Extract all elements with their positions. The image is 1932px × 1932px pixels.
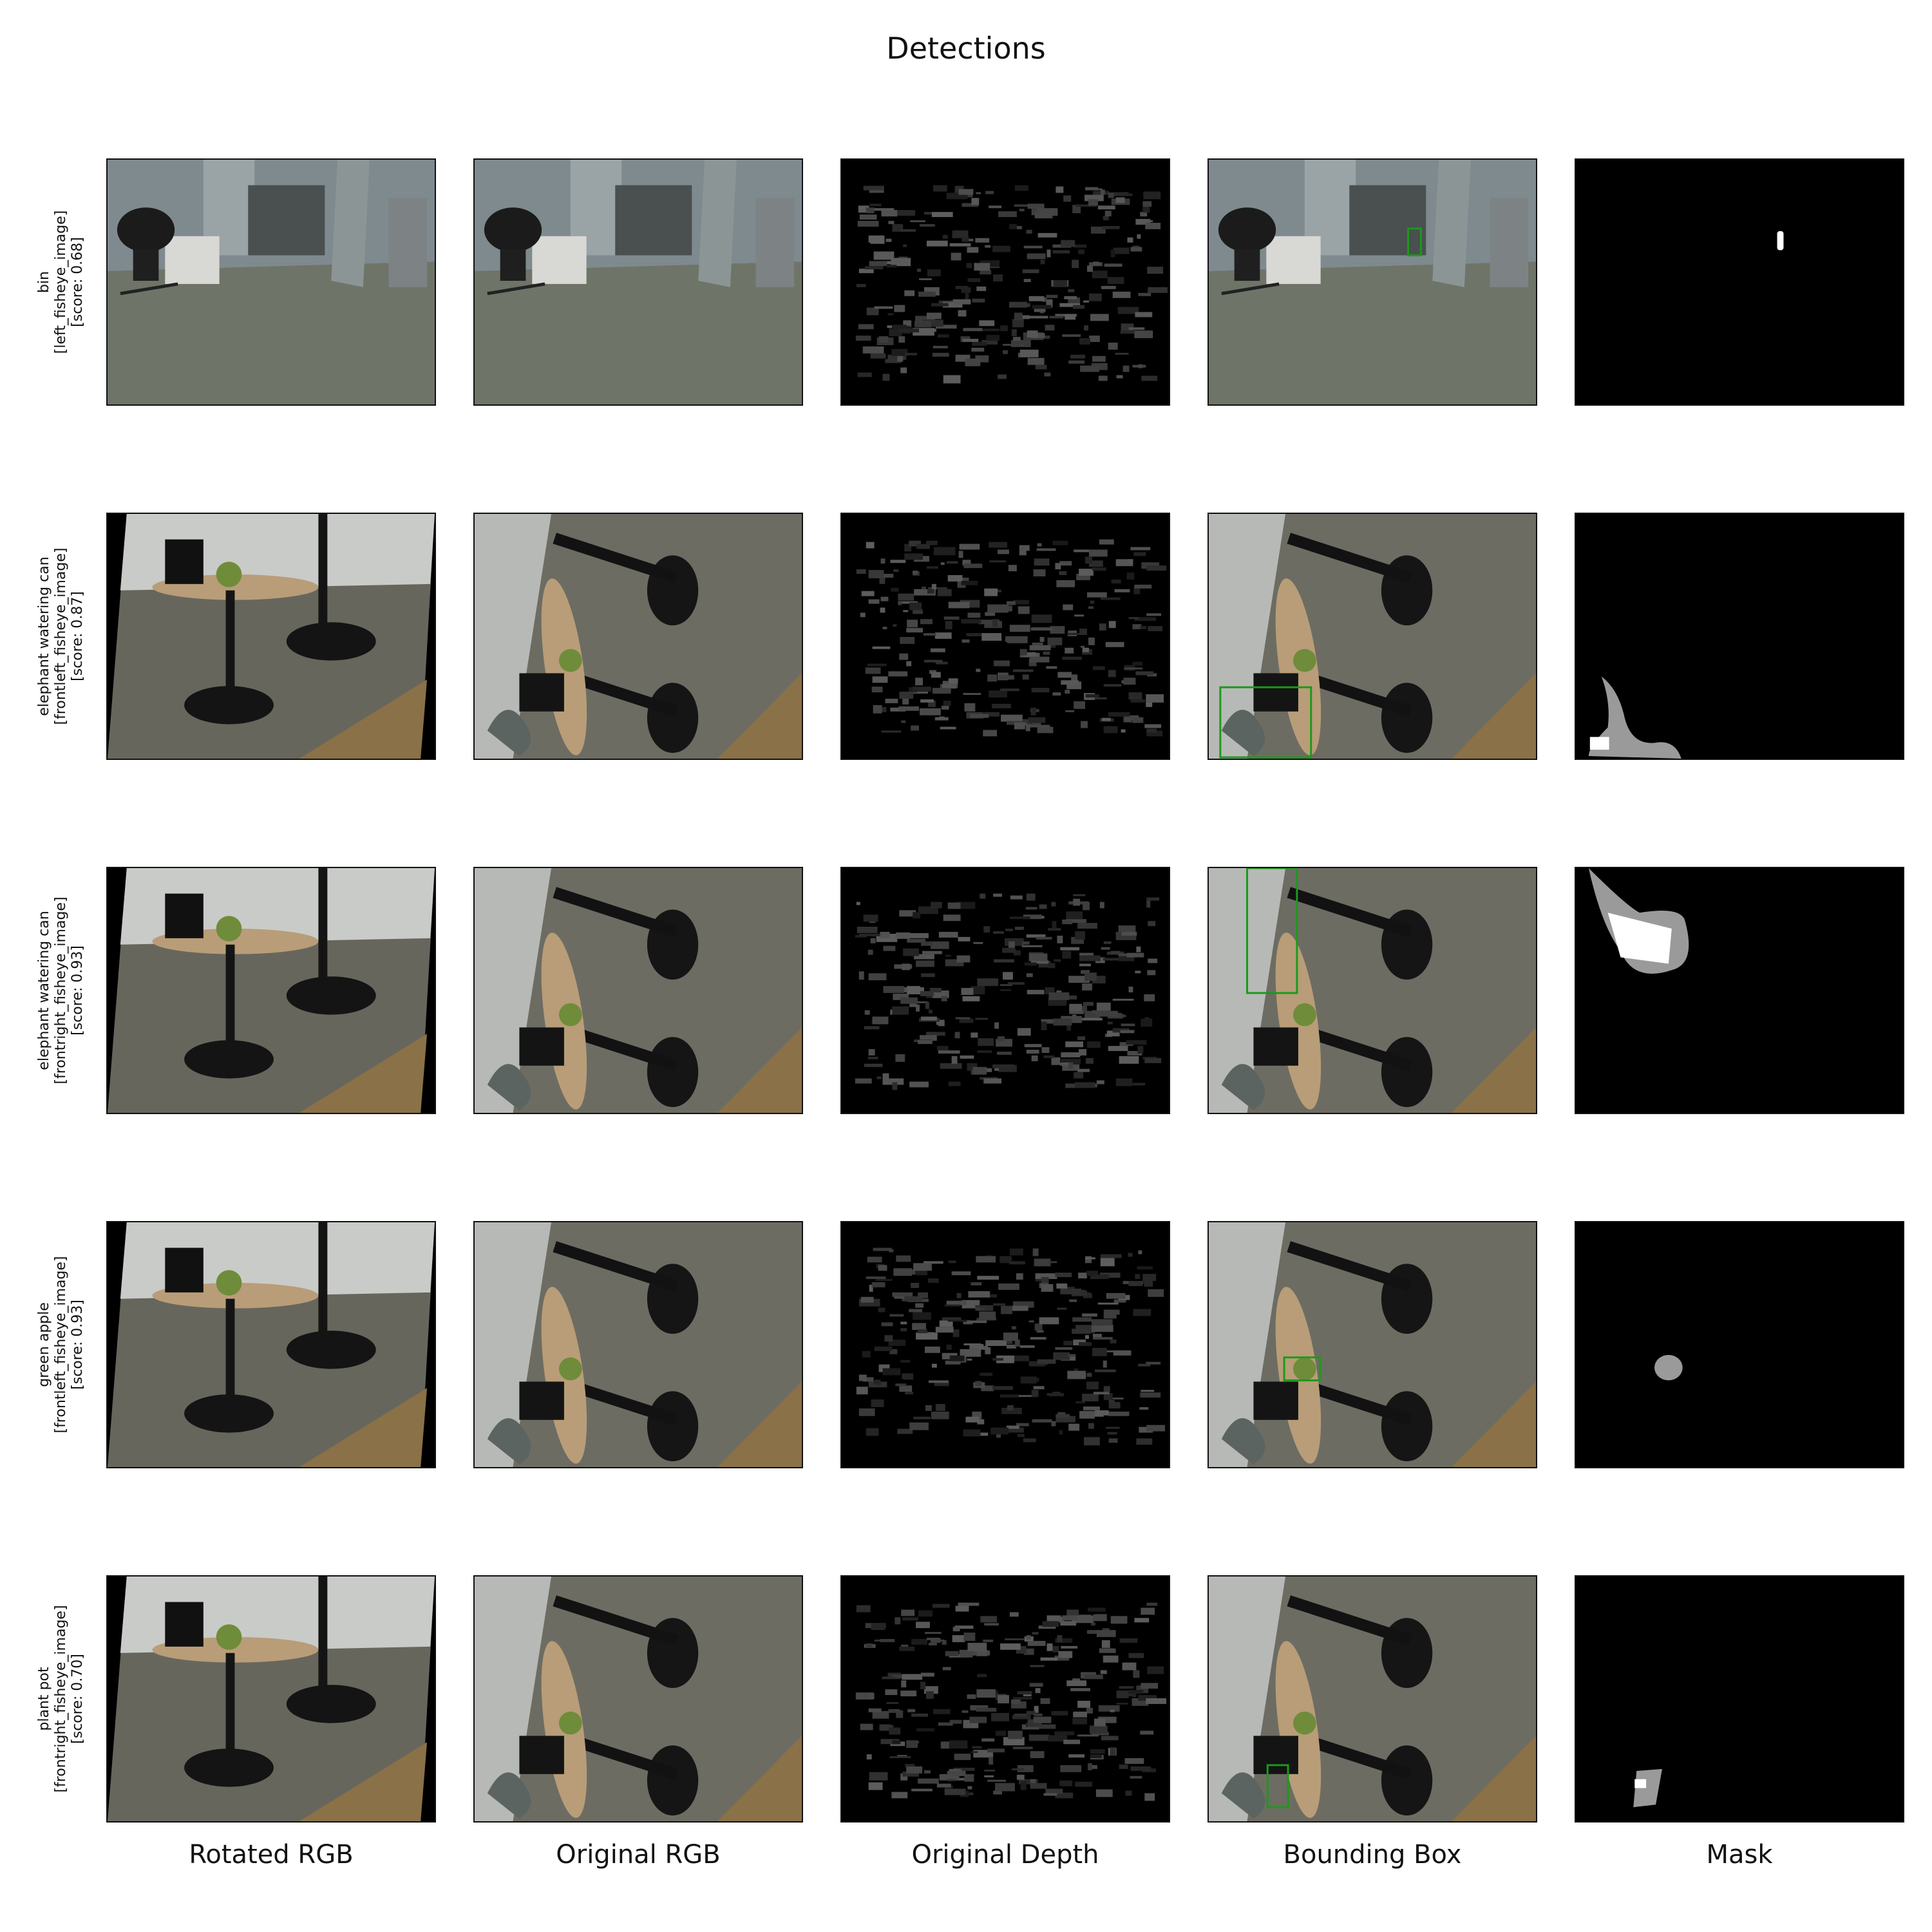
figure-title: Detections xyxy=(886,31,1046,66)
rotated-rgb-panel-image xyxy=(108,160,435,404)
column-label: Mask xyxy=(1706,1840,1773,1870)
original-rgb-panel-image xyxy=(475,868,802,1113)
rotated-rgb-panel-image xyxy=(108,514,435,759)
rotated-rgb-panel xyxy=(106,513,436,760)
original-rgb-panel-image xyxy=(475,160,802,404)
row-label-object: elephant watering can xyxy=(36,556,52,716)
row-label-object: green apple xyxy=(36,1302,52,1387)
original-rgb-panel-image xyxy=(475,1577,802,1821)
original-depth-panel-image xyxy=(842,160,1169,404)
rotated-rgb-panel-image xyxy=(108,1577,435,1821)
rotated-rgb-panel xyxy=(106,158,436,406)
original-depth-panel-image xyxy=(842,514,1169,759)
original-depth-panel xyxy=(840,158,1170,406)
mask-panel-image xyxy=(1576,1222,1903,1467)
original-depth-panel-image xyxy=(842,1577,1169,1821)
original-rgb-panel xyxy=(473,513,803,760)
row-label: elephant watering can [frontright_fisheye… xyxy=(23,855,100,1126)
mask-panel xyxy=(1575,1221,1904,1468)
original-depth-panel-image xyxy=(842,868,1169,1113)
original-rgb-panel xyxy=(473,867,803,1114)
row-label-camera: [frontright_fisheye_image] xyxy=(53,896,69,1084)
rotated-rgb-panel-image xyxy=(108,868,435,1113)
row-label-camera: [frontright_fisheye_image] xyxy=(53,1605,69,1793)
mask-panel xyxy=(1575,867,1904,1114)
original-depth-panel xyxy=(840,513,1170,760)
row-label-score: [score: 0.87] xyxy=(70,591,86,681)
column-label: Original RGB xyxy=(556,1840,721,1870)
original-depth-panel-image xyxy=(842,1222,1169,1467)
row-label: bin [left_fisheye_image] [score: 0.68] xyxy=(23,147,100,417)
row-label-camera: [frontleft_fisheye_image] xyxy=(53,547,69,725)
original-rgb-panel xyxy=(473,1221,803,1468)
original-depth-panel xyxy=(840,867,1170,1114)
row-label-camera: [frontleft_fisheye_image] xyxy=(53,1256,69,1434)
bounding-box-panel xyxy=(1208,158,1537,406)
original-rgb-panel xyxy=(473,1575,803,1823)
mask-panel xyxy=(1575,158,1904,406)
column-label: Original Depth xyxy=(911,1840,1099,1870)
row-label-score: [score: 0.93] xyxy=(70,1300,86,1390)
original-rgb-panel-image xyxy=(475,1222,802,1467)
bounding-box-panel-image xyxy=(1209,160,1536,404)
bounding-box-panel xyxy=(1208,867,1537,1114)
mask-panel-image xyxy=(1576,1577,1903,1821)
row-label-object: elephant watering can xyxy=(36,911,52,1070)
mask-panel-image xyxy=(1576,160,1903,404)
bounding-box-panel-image xyxy=(1209,514,1536,759)
bounding-box-panel-image xyxy=(1209,1222,1536,1467)
rotated-rgb-panel xyxy=(106,1221,436,1468)
rotated-rgb-panel-image xyxy=(108,1222,435,1467)
mask-panel-image xyxy=(1576,514,1903,759)
bounding-box-panel xyxy=(1208,1221,1537,1468)
row-label: green apple [frontleft_fisheye_image] [sco… xyxy=(23,1209,100,1480)
original-depth-panel xyxy=(840,1221,1170,1468)
original-rgb-panel xyxy=(473,158,803,406)
original-depth-panel xyxy=(840,1575,1170,1823)
column-label: Bounding Box xyxy=(1283,1840,1462,1870)
row-label-score: [score: 0.70] xyxy=(70,1654,86,1744)
bounding-box-panel-image xyxy=(1209,868,1536,1113)
mask-panel xyxy=(1575,1575,1904,1823)
mask-panel-image xyxy=(1576,868,1903,1113)
column-label: Rotated RGB xyxy=(189,1840,354,1870)
mask-panel xyxy=(1575,513,1904,760)
original-rgb-panel-image xyxy=(475,514,802,759)
bounding-box-panel xyxy=(1208,1575,1537,1823)
row-label-score: [score: 0.93] xyxy=(70,945,86,1036)
row-label-score: [score: 0.68] xyxy=(70,237,86,327)
row-label-object: plant pot xyxy=(36,1667,52,1731)
row-label-object: bin xyxy=(36,270,52,294)
rotated-rgb-panel xyxy=(106,867,436,1114)
row-label: plant pot [frontright_fisheye_image] [scor… xyxy=(23,1564,100,1834)
row-label: elephant watering can [frontleft_fisheye_… xyxy=(23,501,100,772)
bounding-box-panel xyxy=(1208,513,1537,760)
row-label-camera: [left_fisheye_image] xyxy=(53,210,69,354)
rotated-rgb-panel xyxy=(106,1575,436,1823)
bounding-box-panel-image xyxy=(1209,1577,1536,1821)
